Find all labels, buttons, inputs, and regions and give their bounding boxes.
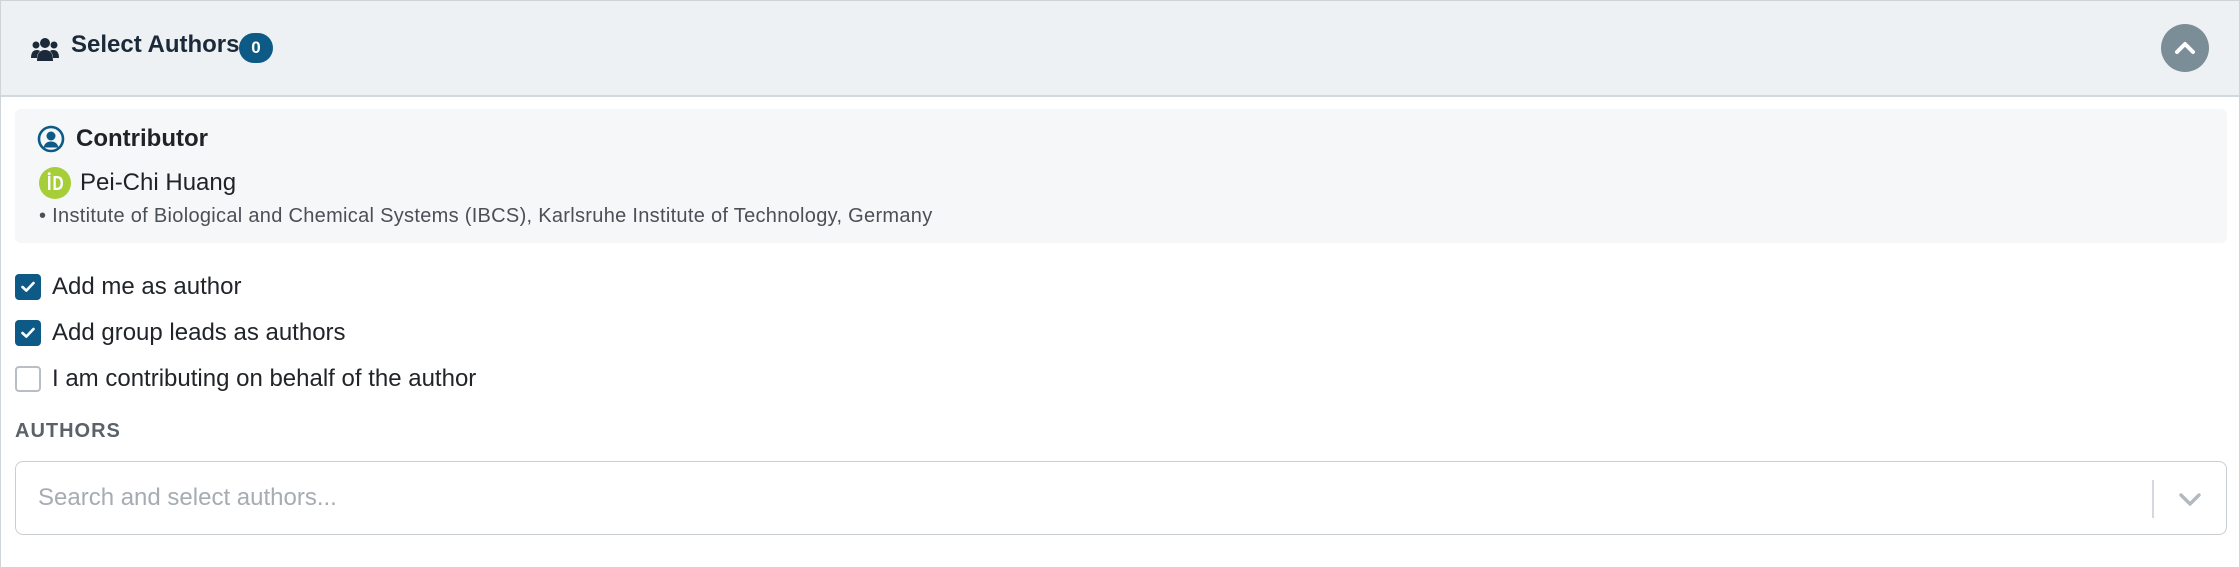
on-behalf-checkbox[interactable] bbox=[15, 366, 41, 392]
author-count-badge: 0 bbox=[239, 33, 273, 63]
contributor-card: Contributor Pei-Chi Huang • Institute of… bbox=[15, 109, 2227, 243]
add-group-leads-checkbox[interactable] bbox=[15, 320, 41, 346]
panel-header[interactable]: Select Authors 0 bbox=[1, 1, 2239, 97]
authors-field-label: AUTHORS bbox=[15, 420, 121, 442]
add-me-as-author-label[interactable]: Add me as author bbox=[52, 273, 241, 301]
authors-select[interactable] bbox=[15, 461, 2227, 535]
authors-search-input[interactable] bbox=[36, 480, 2120, 516]
panel-title: Select Authors bbox=[71, 31, 240, 58]
checkmark-icon bbox=[21, 281, 35, 292]
chevron-down-icon[interactable] bbox=[2176, 487, 2204, 516]
checkmark-icon bbox=[21, 327, 35, 338]
add-me-as-author-checkbox[interactable] bbox=[15, 274, 41, 300]
select-divider bbox=[2152, 480, 2154, 518]
users-icon bbox=[31, 36, 59, 62]
orcid-icon bbox=[39, 167, 71, 199]
add-group-leads-label[interactable]: Add group leads as authors bbox=[52, 319, 346, 347]
collapse-button[interactable] bbox=[2161, 24, 2209, 72]
user-circle-icon bbox=[37, 125, 65, 153]
chevron-up-icon bbox=[2175, 42, 2195, 54]
select-authors-panel: Select Authors 0 Contributor Pei-Chi Hua… bbox=[0, 0, 2240, 568]
on-behalf-label[interactable]: I am contributing on behalf of the autho… bbox=[52, 365, 476, 393]
contributor-name[interactable]: Pei-Chi Huang bbox=[80, 169, 236, 197]
contributor-heading: Contributor bbox=[76, 125, 208, 152]
contributor-affiliation: • Institute of Biological and Chemical S… bbox=[39, 205, 933, 227]
